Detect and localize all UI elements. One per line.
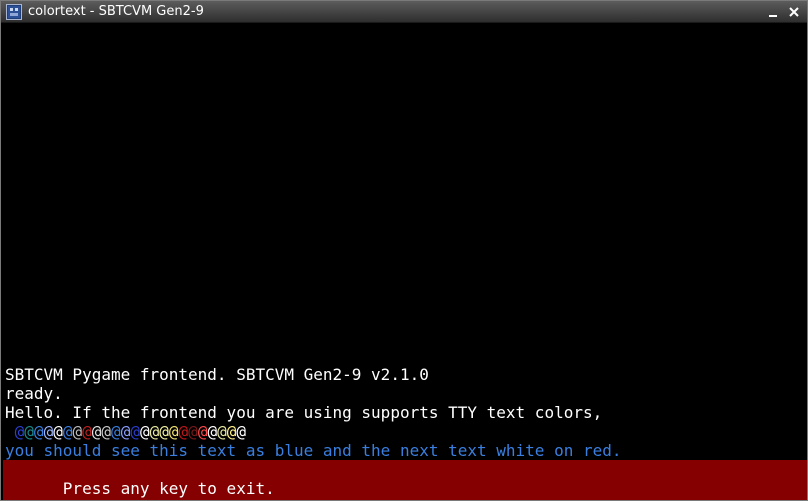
color-sample-char: @	[101, 422, 112, 441]
app-window: colortext - SBTCVM Gen2-9 SBTCVM Pygame …	[0, 0, 808, 501]
color-sample-char: @	[149, 422, 160, 441]
color-sample-char: @	[207, 422, 218, 441]
color-sample-char: @	[130, 422, 140, 441]
exit-prompt-text: Press any key to exit.	[62, 479, 275, 498]
color-sample-char: @	[188, 422, 198, 441]
color-sample-char: @	[82, 422, 92, 441]
color-sample-char: @	[139, 422, 150, 441]
window-title: colortext - SBTCVM Gen2-9	[28, 4, 204, 19]
color-sample-char: @	[197, 422, 208, 441]
color-sample-char: @	[43, 422, 54, 441]
title-bar[interactable]: colortext - SBTCVM Gen2-9	[1, 1, 807, 23]
color-sample-char: @	[111, 422, 121, 441]
color-sample-char: @	[168, 422, 179, 441]
color-sample-char: @	[217, 422, 227, 441]
color-sample-line: @@@@@@@@@@@@@@@@@@@@@@@@@	[5, 422, 246, 441]
color-sample-char: @	[5, 422, 15, 441]
color-sample-char: @	[72, 422, 83, 441]
color-sample-char: @	[120, 422, 131, 441]
color-sample-char: @	[178, 422, 189, 441]
exit-prompt: Press any key to exit.	[3, 460, 807, 500]
color-sample-char: @	[14, 422, 25, 441]
color-sample-char: @	[159, 422, 169, 441]
color-sample-char: @	[24, 422, 34, 441]
terminal-screen[interactable]: SBTCVM Pygame frontend. SBTCVM Gen2-9 v2…	[3, 23, 807, 500]
minimize-icon[interactable]	[765, 4, 781, 20]
close-icon[interactable]	[786, 4, 802, 20]
app-icon	[6, 4, 22, 20]
color-sample-char: @	[33, 422, 44, 441]
terminal-line-blue-text: you should see this text as blue and the…	[5, 441, 622, 460]
color-sample-char: @	[91, 422, 102, 441]
color-sample-char: @	[53, 422, 63, 441]
color-sample-char: @	[236, 422, 247, 441]
terminal-line-banner: SBTCVM Pygame frontend. SBTCVM Gen2-9 v2…	[5, 365, 429, 384]
terminal-line-ready: ready.	[5, 384, 63, 403]
terminal-line-hello: Hello. If the frontend you are using sup…	[5, 403, 603, 422]
color-sample-char: @	[226, 422, 237, 441]
